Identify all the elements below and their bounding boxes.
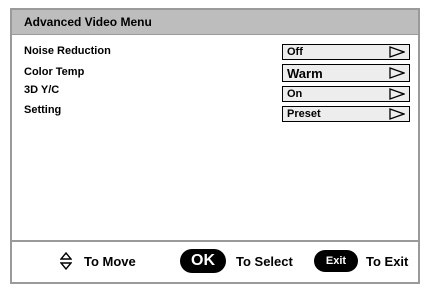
color-temp-selector[interactable]: Warm (282, 64, 410, 82)
select-hint-label: To Select (236, 253, 293, 269)
ok-button[interactable]: OK (180, 249, 226, 273)
setting-selector[interactable]: Preset (282, 106, 410, 122)
up-down-arrows-icon (60, 252, 72, 270)
3d-yc-selector[interactable]: On (282, 86, 410, 102)
color-temp-value: Warm (287, 65, 323, 81)
setting-label: Setting (24, 104, 62, 116)
menu-title: Advanced Video Menu (24, 15, 152, 29)
triangle-right-outline-icon (389, 67, 405, 79)
noise-reduction-selector[interactable]: Off (282, 44, 410, 60)
select-hint: OK To Select (180, 242, 293, 280)
3d-yc-label: 3D Y/C (24, 84, 60, 96)
advanced-video-menu: Advanced Video Menu Noise Reduction Colo… (10, 8, 420, 284)
triangle-right-outline-icon (389, 46, 405, 58)
move-hint: To Move (60, 242, 136, 280)
exit-hint-label: To Exit (366, 253, 409, 269)
exit-button[interactable]: Exit (314, 250, 358, 272)
triangle-right-outline-icon (389, 88, 405, 100)
color-temp-label: Color Temp (24, 66, 85, 78)
setting-value: Preset (287, 108, 321, 120)
noise-reduction-label: Noise Reduction (24, 45, 111, 57)
exit-hint: Exit To Exit (314, 242, 408, 280)
move-hint-label: To Move (84, 253, 136, 269)
footer-hint-bar: To Move OK To Select Exit To Exit (12, 240, 418, 282)
menu-title-bar: Advanced Video Menu (12, 10, 418, 35)
noise-reduction-value: Off (287, 46, 303, 58)
3d-yc-value: On (287, 88, 303, 100)
triangle-right-outline-icon (389, 108, 405, 120)
